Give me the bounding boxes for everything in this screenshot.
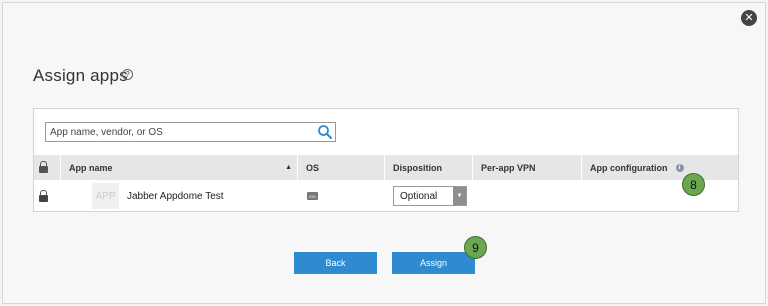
- help-icon[interactable]: ?: [122, 69, 133, 80]
- row-app-name-cell: APP Jabber Appdome Test: [61, 180, 298, 212]
- back-button[interactable]: Back: [294, 252, 377, 274]
- annotation-step-9: 9: [464, 236, 487, 259]
- row-per-app-vpn-cell: [473, 180, 582, 212]
- search-icon[interactable]: [317, 124, 333, 140]
- header-os-label: OS: [306, 162, 320, 173]
- search-input[interactable]: [46, 123, 314, 141]
- header-app-configuration-label: App configuration: [590, 162, 668, 173]
- row-lock-cell: [34, 180, 61, 212]
- chevron-down-icon[interactable]: ▼: [453, 187, 466, 205]
- header-app-name[interactable]: App name ▲: [61, 155, 298, 180]
- close-icon[interactable]: ✕: [741, 10, 757, 26]
- table-row[interactable]: APP Jabber Appdome Test iOS Optional ▼: [34, 180, 738, 212]
- info-icon[interactable]: i: [675, 163, 684, 172]
- disposition-value: Optional: [400, 190, 438, 202]
- header-disposition-label: Disposition: [393, 162, 442, 173]
- row-disposition-cell: Optional ▼: [385, 180, 473, 212]
- header-lock-column: [34, 155, 61, 180]
- header-per-app-vpn[interactable]: Per-app VPN: [473, 155, 582, 180]
- dialog-title: Assign apps: [33, 66, 128, 85]
- header-disposition[interactable]: Disposition: [385, 155, 473, 180]
- annotation-step-8: 8: [682, 173, 705, 196]
- row-os-cell: iOS: [298, 180, 385, 212]
- table-header: App name ▲ OS Disposition Per-app VPN Ap…: [34, 155, 738, 180]
- ios-icon: iOS: [307, 192, 318, 200]
- header-app-configuration[interactable]: App configuration i: [582, 155, 738, 180]
- app-name: Jabber Appdome Test: [127, 190, 224, 202]
- apps-table-panel: App name ▲ OS Disposition Per-app VPN Ap…: [33, 108, 739, 212]
- header-per-app-vpn-label: Per-app VPN: [481, 162, 536, 173]
- disposition-select[interactable]: Optional ▼: [393, 186, 467, 206]
- assign-apps-dialog: ✕ Assign apps ? App name ▲ OS: [2, 2, 766, 304]
- lock-icon: [39, 189, 48, 202]
- lock-icon: [39, 161, 48, 173]
- assign-button[interactable]: Assign: [392, 252, 475, 274]
- sort-ascending-icon[interactable]: ▲: [285, 164, 292, 171]
- search-box: [45, 122, 336, 142]
- app-icon: APP: [92, 183, 119, 209]
- header-app-name-label: App name: [69, 162, 113, 173]
- header-os[interactable]: OS: [298, 155, 385, 180]
- row-app-configuration-cell: [582, 180, 738, 212]
